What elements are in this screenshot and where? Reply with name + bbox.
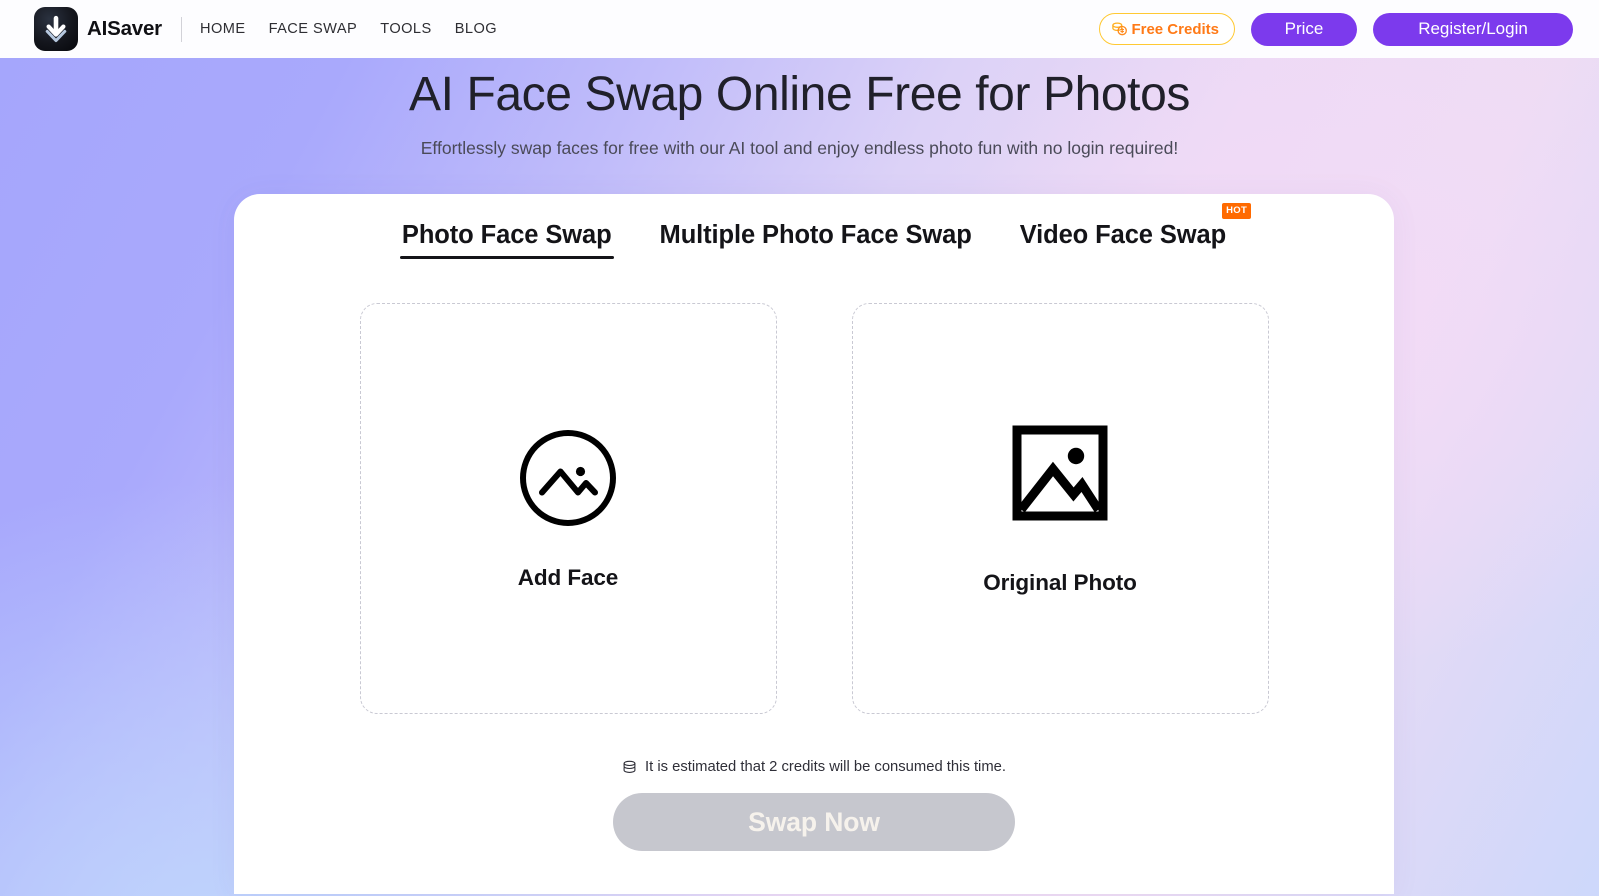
free-credits-button[interactable]: Free Credits bbox=[1099, 13, 1235, 45]
page-root: AISaver HOME FACE SWAP TOOLS BLOG Free C bbox=[0, 0, 1599, 896]
header-divider bbox=[180, 16, 182, 42]
coin-stack-icon bbox=[622, 760, 637, 775]
nav-item-blog[interactable]: BLOG bbox=[455, 21, 497, 37]
nav-item-face-swap[interactable]: FACE SWAP bbox=[269, 21, 358, 37]
price-button[interactable]: Price bbox=[1251, 12, 1357, 46]
face-swap-card: Photo Face Swap Multiple Photo Face Swap… bbox=[234, 194, 1394, 894]
credits-estimate: It is estimated that 2 credits will be c… bbox=[234, 759, 1394, 775]
page-title: AI Face Swap Online Free for Photos bbox=[408, 68, 1191, 121]
tab-photo-face-swap[interactable]: Photo Face Swap bbox=[399, 221, 614, 259]
nav-item-home[interactable]: HOME bbox=[200, 21, 246, 37]
dropzone-add-face[interactable]: Add Face bbox=[359, 303, 777, 714]
download-arrow-icon bbox=[34, 7, 78, 51]
free-credits-label: Free Credits bbox=[1131, 20, 1219, 38]
site-header: AISaver HOME FACE SWAP TOOLS BLOG Free C bbox=[0, 0, 1599, 58]
coins-icon bbox=[1111, 21, 1128, 37]
tab-photo-face-swap-label: Photo Face Swap bbox=[401, 221, 612, 249]
header-actions: Free Credits Price Register/Login bbox=[1099, 12, 1573, 46]
brand-name: AISaver bbox=[87, 17, 162, 40]
upload-area: Add Face Original Photo bbox=[234, 303, 1394, 714]
tab-bar: Photo Face Swap Multiple Photo Face Swap… bbox=[234, 194, 1394, 259]
brand-logo[interactable]: AISaver bbox=[34, 7, 162, 51]
nav-item-tools[interactable]: TOOLS bbox=[380, 21, 431, 37]
tab-multiple-photo-face-swap[interactable]: Multiple Photo Face Swap bbox=[658, 221, 974, 259]
main-nav: HOME FACE SWAP TOOLS BLOG bbox=[200, 21, 497, 37]
hero-inner: AI Face Swap Online Free for Photos Effo… bbox=[0, 65, 1599, 159]
tab-multiple-photo-face-swap-label: Multiple Photo Face Swap bbox=[659, 221, 972, 249]
dropzone-original-photo[interactable]: Original Photo bbox=[851, 303, 1269, 714]
page-subtitle: Effortlessly swap faces for free with ou… bbox=[420, 138, 1179, 158]
register-login-button[interactable]: Register/Login bbox=[1373, 12, 1573, 46]
dropzone-add-face-label: Add Face bbox=[517, 565, 619, 590]
circle-image-icon bbox=[516, 426, 620, 535]
hot-badge: HOT bbox=[1222, 203, 1252, 219]
credits-estimate-text: It is estimated that 2 credits will be c… bbox=[644, 759, 1007, 775]
dropzone-original-photo-label: Original Photo bbox=[983, 570, 1137, 595]
picture-frame-icon bbox=[1008, 421, 1112, 530]
tab-video-face-swap[interactable]: Video Face Swap HOT bbox=[1018, 203, 1252, 259]
tab-video-face-swap-label: Video Face Swap bbox=[1019, 221, 1227, 249]
swap-button-wrap: Swap Now bbox=[234, 793, 1394, 851]
swap-now-button[interactable]: Swap Now bbox=[613, 793, 1015, 851]
